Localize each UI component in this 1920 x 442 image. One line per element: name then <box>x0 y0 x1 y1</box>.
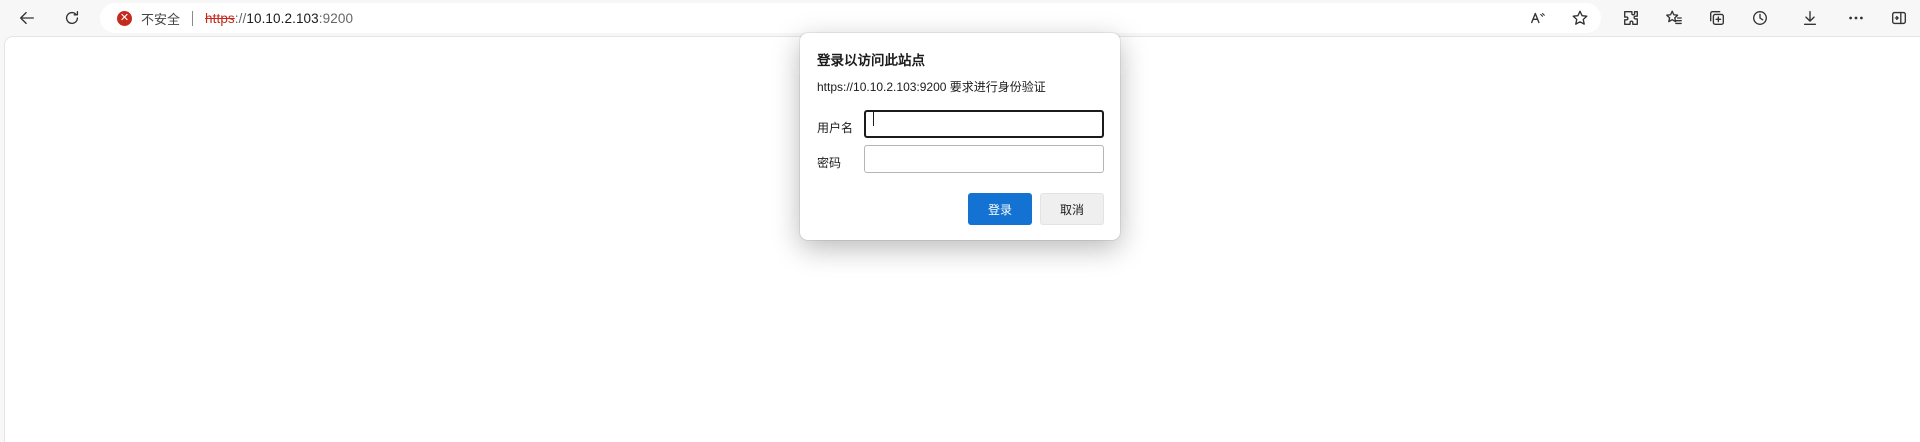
favorites-icon[interactable] <box>1659 3 1689 33</box>
refresh-icon[interactable] <box>57 3 87 33</box>
history-icon[interactable] <box>1745 3 1775 33</box>
dialog-title: 登录以访问此站点 <box>817 53 925 68</box>
username-field[interactable] <box>864 110 1104 138</box>
text-caret <box>873 112 874 126</box>
password-label: 密码 <box>817 156 842 170</box>
collections-icon[interactable] <box>1702 3 1732 33</box>
username-label: 用户名 <box>817 121 854 135</box>
address-separator <box>192 10 194 26</box>
downloads-icon[interactable] <box>1795 3 1825 33</box>
password-field[interactable] <box>864 145 1104 173</box>
url-scheme: https <box>205 10 235 26</box>
more-icon[interactable] <box>1841 3 1871 33</box>
favorite-star-icon[interactable] <box>1565 3 1595 33</box>
extensions-icon[interactable] <box>1616 3 1646 33</box>
security-label[interactable]: 不安全 <box>141 9 180 28</box>
dialog-subtitle: https://10.10.2.103:9200 要求进行身份验证 <box>817 80 1046 94</box>
url-scheme-separator: :// <box>234 10 247 26</box>
address-bar[interactable]: ✕ 不安全 https://10.10.2.103:9200 <box>100 3 1601 33</box>
sidebar-icon[interactable] <box>1884 3 1914 33</box>
cancel-button[interactable]: 取消 <box>1040 193 1104 225</box>
url-port: :9200 <box>318 10 354 26</box>
auth-dialog: 登录以访问此站点 https://10.10.2.103:9200 要求进行身份… <box>800 33 1120 240</box>
back-arrow-icon[interactable] <box>12 3 42 33</box>
browser-toolbar: ✕ 不安全 https://10.10.2.103:9200 <box>0 0 1920 36</box>
read-aloud-icon[interactable] <box>1523 3 1553 33</box>
not-secure-icon[interactable]: ✕ <box>117 10 132 26</box>
login-button[interactable]: 登录 <box>968 193 1032 225</box>
url-host: 10.10.2.103 <box>246 10 319 26</box>
url-text[interactable]: https://10.10.2.103:9200 <box>205 11 353 26</box>
